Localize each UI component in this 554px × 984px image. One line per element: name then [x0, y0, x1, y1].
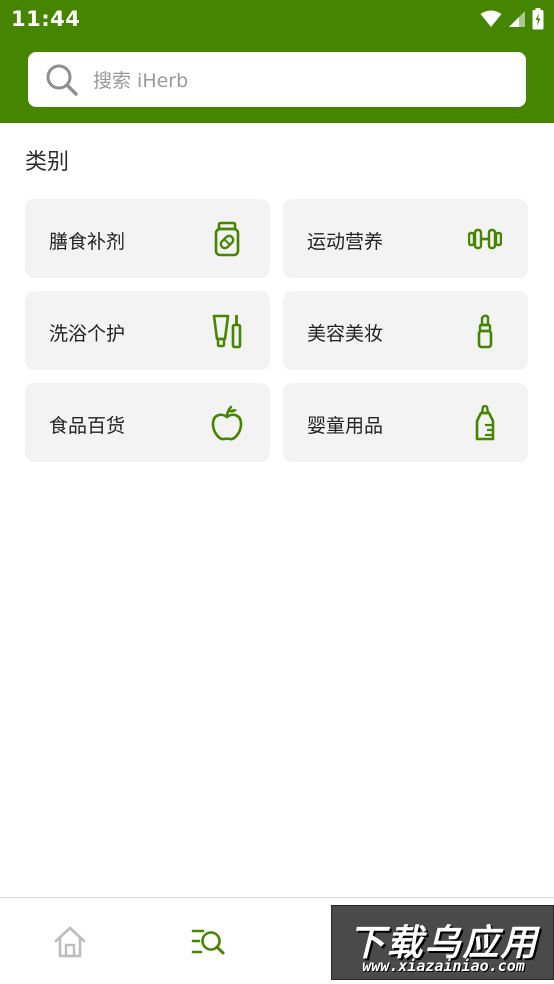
category-label: 食品百货	[49, 415, 126, 437]
status-bar: 11:44	[0, 0, 554, 38]
category-label: 膳食补剂	[49, 231, 126, 253]
supplement-jar-icon	[214, 221, 240, 257]
battery-icon	[532, 8, 544, 30]
category-card-grocery[interactable]: 食品百货	[25, 383, 270, 462]
watermark-url: www.xiazainiao.com	[362, 957, 525, 975]
status-icons	[480, 8, 544, 30]
baby-bottle-icon	[475, 405, 495, 441]
category-label: 美容美妆	[307, 323, 384, 345]
search-input[interactable]: 搜索 iHerb	[93, 66, 188, 93]
wifi-icon	[480, 10, 502, 27]
screen: 11:44 搜索 iHerb 类别 膳食补剂 运动营养 洗浴个护 美容美妆 食品…	[0, 0, 554, 984]
apple-icon	[211, 405, 243, 441]
category-card-sports[interactable]: 运动营养	[283, 199, 528, 278]
home-icon[interactable]	[52, 924, 88, 960]
category-label: 婴童用品	[307, 415, 384, 437]
status-time: 11:44	[11, 7, 81, 31]
category-card-supplements[interactable]: 膳食补剂	[25, 199, 270, 278]
category-label: 洗浴个护	[49, 323, 126, 345]
section-title: 类别	[25, 150, 70, 175]
header: 11:44 搜索 iHerb	[0, 0, 554, 123]
lipstick-icon	[477, 314, 493, 349]
category-card-baby[interactable]: 婴童用品	[283, 383, 528, 462]
category-label: 运动营养	[307, 231, 384, 253]
category-card-beauty[interactable]: 美容美妆	[283, 291, 528, 370]
tube-bottle-icon	[212, 314, 242, 349]
search-icon	[46, 64, 78, 96]
search-bar[interactable]: 搜索 iHerb	[28, 52, 526, 107]
category-search-icon[interactable]	[190, 924, 226, 960]
signal-icon	[509, 11, 525, 27]
dumbbell-icon	[468, 228, 502, 250]
watermark: 下载乌应用 www.xiazainiao.com	[331, 905, 554, 980]
category-grid: 膳食补剂 运动营养 洗浴个护 美容美妆 食品百货 婴童用品	[25, 199, 528, 462]
category-card-bath[interactable]: 洗浴个护	[25, 291, 270, 370]
